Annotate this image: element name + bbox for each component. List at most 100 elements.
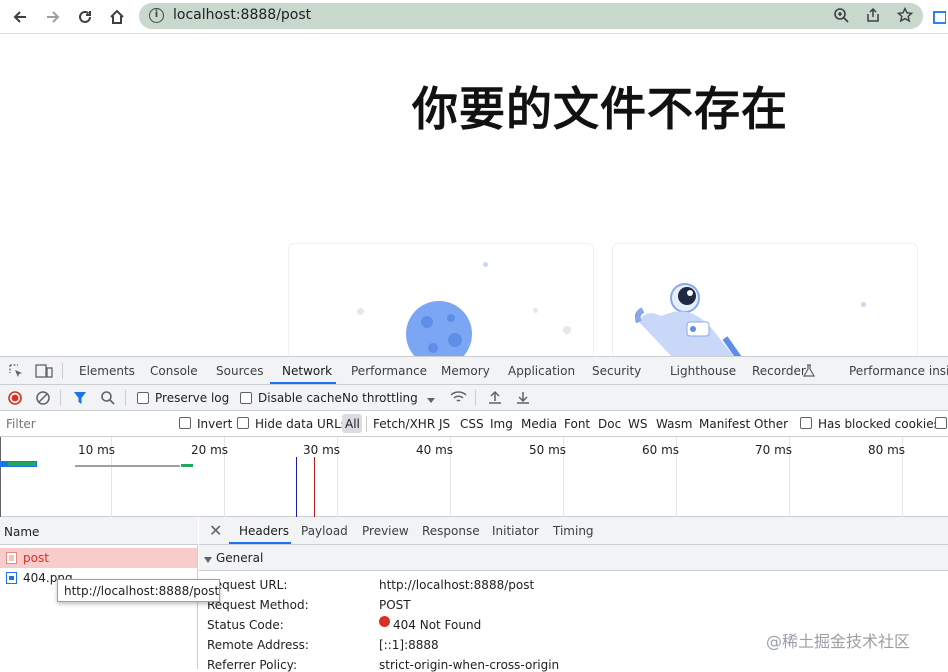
reload-icon[interactable] <box>72 4 98 30</box>
active-tab-indicator <box>270 382 336 384</box>
collapse-triangle-icon[interactable] <box>204 553 212 567</box>
toolbar-divider <box>366 416 367 432</box>
tab-lighthouse[interactable]: Lighthouse <box>670 364 736 378</box>
toolbar-divider <box>125 390 126 406</box>
filter-type-js[interactable]: JS <box>439 417 450 431</box>
url-tooltip: http://localhost:8888/post <box>57 579 220 602</box>
filter-funnel-icon[interactable] <box>73 391 87 408</box>
inspect-element-icon[interactable] <box>8 363 24 382</box>
preserve-log-label[interactable]: Preserve log <box>155 391 229 405</box>
has-blocked-cookies-label[interactable]: Has blocked cookies <box>818 417 940 431</box>
timeline-tick: 20 ms <box>191 443 229 457</box>
tab-preview[interactable]: Preview <box>362 524 409 538</box>
export-har-icon[interactable] <box>516 390 530 408</box>
watermark: @稀土掘金技术社区 <box>766 632 911 651</box>
disable-cache-label[interactable]: Disable cache <box>258 391 342 405</box>
tab-performance[interactable]: Performance <box>351 364 427 378</box>
throttling-select[interactable]: No throttling <box>342 391 418 405</box>
status-code-value: 404 Not Found <box>393 618 482 632</box>
request-row-post[interactable]: post <box>0 548 197 568</box>
filter-type-media[interactable]: Media <box>521 417 557 431</box>
clear-icon[interactable] <box>35 390 51 409</box>
extension-icon[interactable] <box>930 4 948 30</box>
tab-initiator[interactable]: Initiator <box>492 524 539 538</box>
remote-address-value: [::1]:8888 <box>379 638 439 652</box>
remote-address-key: Remote Address: <box>207 638 309 652</box>
tab-performance-insights[interactable]: Performance insigh <box>849 364 948 378</box>
device-toolbar-icon[interactable] <box>35 363 53 382</box>
filter-type-manifest[interactable]: Manifest <box>699 417 750 431</box>
toolbar-divider <box>62 363 63 379</box>
tab-recorder[interactable]: Recorder <box>752 364 806 378</box>
image-file-icon <box>6 572 17 587</box>
name-column-header[interactable]: Name <box>4 525 39 539</box>
home-icon[interactable] <box>104 4 130 30</box>
address-url[interactable]: localhost:8888/post <box>173 7 311 23</box>
has-blocked-cookies-checkbox[interactable] <box>800 417 812 429</box>
network-controls-bar: Preserve log Disable cache No throttling <box>0 385 948 411</box>
network-overview-timeline[interactable]: 10 ms 20 ms 30 ms 40 ms 50 ms 60 ms 70 m… <box>0 437 948 517</box>
tab-sources[interactable]: Sources <box>216 364 263 378</box>
invert-checkbox[interactable] <box>179 417 191 429</box>
astronaut-icon <box>635 283 742 357</box>
forward-icon[interactable] <box>40 4 66 30</box>
hide-data-urls-label[interactable]: Hide data URLs <box>255 417 347 431</box>
flask-icon <box>802 364 816 380</box>
filter-type-all[interactable]: All <box>345 417 360 431</box>
filter-type-fetch-xhr[interactable]: Fetch/XHR <box>373 417 435 431</box>
dom-content-loaded-line <box>296 457 297 517</box>
planet-icon <box>406 301 472 357</box>
tab-payload[interactable]: Payload <box>301 524 348 538</box>
record-stop-icon[interactable] <box>8 391 22 408</box>
zoom-icon[interactable] <box>833 7 849 27</box>
import-har-icon[interactable] <box>488 390 502 408</box>
status-error-dot-icon <box>379 616 390 627</box>
preserve-log-checkbox[interactable] <box>137 392 149 404</box>
search-icon[interactable] <box>100 390 116 409</box>
tab-security[interactable]: Security <box>592 364 641 378</box>
filter-type-img[interactable]: Img <box>490 417 513 431</box>
timeline-tick: 30 ms <box>303 443 341 457</box>
filter-type-other[interactable]: Other <box>754 417 788 431</box>
filter-type-wasm[interactable]: Wasm <box>656 417 692 431</box>
tab-memory[interactable]: Memory <box>441 364 490 378</box>
dropdown-arrow-icon[interactable] <box>426 394 436 408</box>
tab-network[interactable]: Network <box>282 364 332 378</box>
close-icon[interactable]: ✕ <box>209 521 222 540</box>
star-dot <box>483 262 488 267</box>
share-icon[interactable] <box>865 7 881 27</box>
site-info-icon[interactable]: i <box>149 8 164 23</box>
filter-type-css[interactable]: CSS <box>460 417 484 431</box>
hide-data-urls-checkbox[interactable] <box>237 417 249 429</box>
invert-label[interactable]: Invert <box>197 417 232 431</box>
tab-console[interactable]: Console <box>150 364 198 378</box>
filter-type-doc[interactable]: Doc <box>598 417 621 431</box>
devtools-tabbar: Elements Console Sources Network Perform… <box>0 357 948 385</box>
filter-type-ws[interactable]: WS <box>628 417 647 431</box>
filter-input[interactable] <box>2 414 166 434</box>
request-name[interactable]: post <box>23 551 49 565</box>
blocked-requests-checkbox[interactable] <box>935 417 947 429</box>
tab-response[interactable]: Response <box>422 524 480 538</box>
filter-type-font[interactable]: Font <box>564 417 590 431</box>
network-filter-bar: Invert Hide data URLs All Fetch/XHR JS C… <box>0 411 948 437</box>
tab-application[interactable]: Application <box>508 364 575 378</box>
timeline-tick: 50 ms <box>529 443 567 457</box>
tab-elements[interactable]: Elements <box>79 364 135 378</box>
bookmark-star-icon[interactable] <box>896 6 914 27</box>
toolbar-divider <box>60 390 61 406</box>
page-heading: 你要的文件不存在 <box>412 82 788 136</box>
star-dot <box>357 308 364 315</box>
document-icon <box>6 552 17 567</box>
general-section-header[interactable]: General <box>199 545 948 571</box>
general-section-title: General <box>216 551 264 565</box>
tab-headers[interactable]: Headers <box>239 524 289 538</box>
network-conditions-icon[interactable] <box>450 390 467 408</box>
timeline-tick: 10 ms <box>78 443 116 457</box>
status-code-key: Status Code: <box>207 618 284 632</box>
page-content: 你要的文件不存在 <box>0 35 948 357</box>
address-bar[interactable]: i localhost:8888/post <box>139 3 923 29</box>
disable-cache-checkbox[interactable] <box>240 392 252 404</box>
back-icon[interactable] <box>7 4 33 30</box>
tab-timing[interactable]: Timing <box>553 524 594 538</box>
